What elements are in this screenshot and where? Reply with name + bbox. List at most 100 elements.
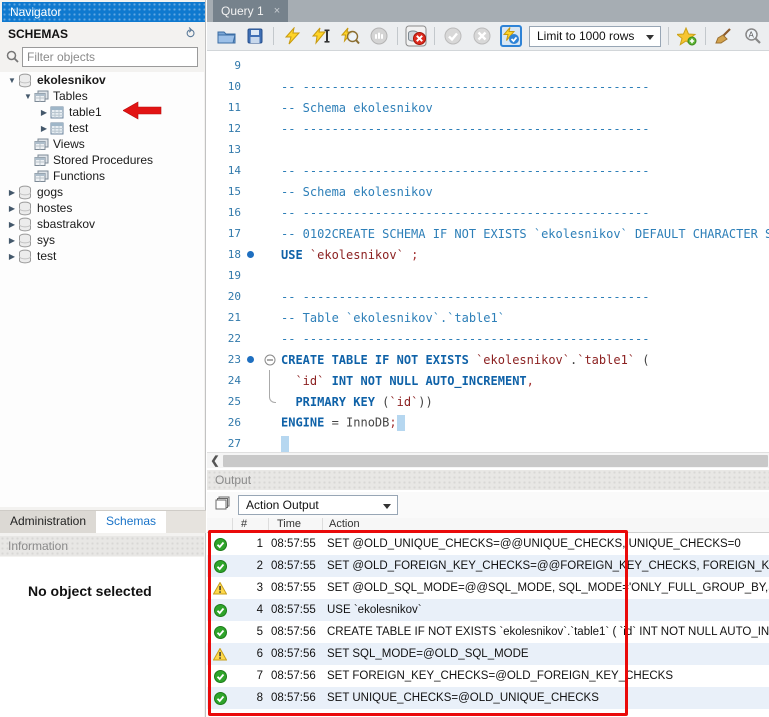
line-number: 11 [207,101,241,114]
fold-gutter [259,139,281,160]
expander-open-icon[interactable]: ▼ [22,92,34,101]
sql-editor[interactable]: 910-- ----------------------------------… [207,51,769,452]
explain-plan-icon[interactable] [339,25,361,47]
commit-icon[interactable] [442,25,464,47]
line-number: 15 [207,185,241,198]
rollback-icon[interactable] [471,25,493,47]
sidebar-item-test[interactable]: ▶test [0,120,204,136]
toggle-autocommit-icon[interactable] [500,25,522,47]
sidebar-item-gogs[interactable]: ▶gogs [0,184,204,200]
tree-item-label: sbastrakov [35,217,95,231]
execute-current-statement-icon[interactable] [310,25,332,47]
row-action: CREATE TABLE IF NOT EXISTS `ekolesnikov`… [323,626,769,638]
editor-line-27: 27 [207,433,769,452]
sidebar-item-functions[interactable]: Functions [0,168,204,184]
output-row-8[interactable]: 808:57:56SET UNIQUE_CHECKS=@OLD_UNIQUE_C… [207,687,769,709]
fold-end-icon [259,391,281,412]
expander-closed-icon[interactable]: ▶ [38,108,50,117]
editor-line-26: 26ENGINE = InnoDB; [207,412,769,433]
editor-line-16: 16-- -----------------------------------… [207,202,769,223]
expander-closed-icon[interactable]: ▶ [6,204,18,213]
line-number: 10 [207,80,241,93]
db-icon [18,217,35,232]
find-icon[interactable]: A [742,25,764,47]
scroll-left-icon[interactable]: ❮ [207,454,223,467]
scrollbar-thumb[interactable] [223,455,768,467]
line-number: 26 [207,416,241,429]
tab-administration[interactable]: Administration [0,511,96,533]
db-icon [18,249,35,264]
fold-gutter [259,265,281,286]
output-row-1[interactable]: 108:57:55SET @OLD_UNIQUE_CHECKS=@@UNIQUE… [207,533,769,555]
output-row-5[interactable]: 508:57:56CREATE TABLE IF NOT EXISTS `eko… [207,621,769,643]
sidebar-item-table1[interactable]: ▶ table1 [0,104,204,120]
line-number: 18 [207,248,241,261]
sidebar-item-sbastrakov[interactable]: ▶ sbastrakov [0,216,204,232]
sidebar-item-tables[interactable]: ▼Tables [0,88,204,104]
success-icon [207,560,233,573]
output-row-7[interactable]: 708:57:56SET FOREIGN_KEY_CHECKS=@OLD_FOR… [207,665,769,687]
editor-line-22: 22-- -----------------------------------… [207,328,769,349]
row-action: USE `ekolesnikov` [323,604,769,616]
save-script-icon[interactable] [244,25,266,47]
output-row-6[interactable]: 608:57:56SET SQL_MODE=@OLD_SQL_MODE [207,643,769,665]
output-row-3[interactable]: 308:57:55SET @OLD_SQL_MODE=@@SQL_MODE, S… [207,577,769,599]
tree-item-label: test [35,249,56,263]
tab-schemas[interactable]: Schemas [96,511,166,533]
line-number: 22 [207,332,241,345]
sidebar-item-test[interactable]: ▶ test [0,248,204,264]
row-index: 7 [233,670,269,682]
fold-gutter [259,97,281,118]
sql-editor-toolbar: Limit to 1000 rows A ¶ [207,22,769,51]
row-index: 2 [233,560,269,572]
sidebar-item-ekolesnikov[interactable]: ▼ekolesnikov [0,72,204,88]
success-icon [207,670,233,683]
expander-closed-icon[interactable]: ▶ [6,252,18,261]
editor-horizontal-scrollbar[interactable]: ❮ [207,452,769,468]
sidebar-item-views[interactable]: Views [0,136,204,152]
schema-filter-input[interactable] [22,47,198,67]
chevron-down-icon [383,504,391,509]
tree-item-label: table1 [67,105,102,119]
table-icon [50,122,67,135]
row-time: 08:57:56 [269,692,323,704]
line-number: 9 [207,59,241,72]
db-icon [18,185,35,200]
output-panel-title: Output [207,470,769,490]
execute-script-icon[interactable] [281,25,303,47]
fold-start-icon[interactable] [259,349,281,370]
table-icon [50,106,67,119]
output-view-dropdown[interactable]: Action Output [238,495,398,515]
sidebar-item-stored-procedures[interactable]: Stored Procedures [0,152,204,168]
refresh-schemas-icon[interactable]: ⥁ [186,26,195,42]
editor-line-12: 12-- -----------------------------------… [207,118,769,139]
output-row-2[interactable]: 208:57:55SET @OLD_FOREIGN_KEY_CHECKS=@@F… [207,555,769,577]
toggle-stop-on-error-icon[interactable] [405,25,427,47]
limit-rows-dropdown[interactable]: Limit to 1000 rows [529,26,661,47]
output-row-4[interactable]: 408:57:55USE `ekolesnikov` [207,599,769,621]
expander-closed-icon[interactable]: ▶ [6,236,18,245]
stop-execution-icon[interactable] [368,25,390,47]
row-index: 1 [233,538,269,550]
expander-closed-icon[interactable]: ▶ [38,124,50,133]
new-snippet-icon[interactable] [676,25,698,47]
editor-line-text: -- Schema ekolesnikov [281,101,769,115]
editor-line-13: 13 [207,139,769,160]
expander-open-icon[interactable]: ▼ [6,76,18,85]
expander-closed-icon[interactable]: ▶ [6,220,18,229]
sidebar-item-hostes[interactable]: ▶hostes [0,200,204,216]
beautify-query-icon[interactable] [713,25,735,47]
close-tab-icon[interactable]: × [274,5,280,17]
row-time: 08:57:56 [269,670,323,682]
row-time: 08:57:56 [269,626,323,638]
information-panel-title: Information [0,536,204,556]
output-grid-header: # Time Action [207,518,769,533]
expander-closed-icon[interactable]: ▶ [6,188,18,197]
line-number: 12 [207,122,241,135]
tab-query-1[interactable]: Query 1 × [213,0,288,22]
open-script-icon[interactable] [215,25,237,47]
query-tab-title: Query 1 [221,4,264,18]
success-icon [207,626,233,639]
line-number: 24 [207,374,241,387]
sidebar-item-sys[interactable]: ▶sys [0,232,204,248]
